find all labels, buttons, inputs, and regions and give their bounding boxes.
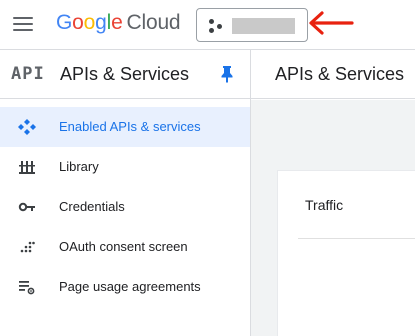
sidebar-item-page-usage[interactable]: Page usage agreements [0, 267, 250, 307]
sidebar-item-label: Library [59, 159, 99, 174]
project-picker-button[interactable] [196, 8, 308, 42]
sidebar-item-label: Page usage agreements [59, 279, 201, 294]
page-usage-settings-icon [19, 281, 35, 295]
hamburger-menu-icon[interactable] [13, 16, 33, 32]
top-bar: Google Cloud [0, 0, 415, 50]
pin-icon[interactable] [220, 65, 234, 83]
library-icon [19, 161, 35, 174]
project-icon [209, 19, 223, 33]
sidebar-item-library[interactable]: Library [0, 147, 250, 187]
redacted-project-name [232, 18, 295, 34]
enabled-apis-icon [18, 119, 36, 135]
sidebar-header: API APIs & Services [0, 50, 250, 99]
card-divider [298, 238, 415, 239]
annotation-arrow-icon [309, 11, 354, 35]
sidebar-item-label: OAuth consent screen [59, 239, 188, 254]
sidebar-title: APIs & Services [60, 64, 190, 84]
key-icon [18, 202, 35, 212]
sidebar-nav: Enabled APIs & services Library Credenti… [0, 107, 250, 307]
sidebar-item-label: Credentials [59, 199, 125, 214]
traffic-card: Traffic [277, 170, 415, 336]
sidebar-item-label: Enabled APIs & services [59, 119, 201, 134]
oauth-consent-icon [20, 241, 35, 253]
traffic-card-title: Traffic [305, 197, 344, 213]
api-badge-icon: API [11, 64, 45, 84]
google-cloud-logo[interactable]: Google Cloud [56, 11, 181, 35]
sidebar-item-oauth-consent[interactable]: OAuth consent screen [0, 227, 250, 267]
sidebar-item-credentials[interactable]: Credentials [0, 187, 250, 227]
main-header: APIs & Services [251, 50, 415, 99]
page-title: APIs & Services [275, 64, 405, 84]
sidebar-item-enabled-apis[interactable]: Enabled APIs & services [0, 107, 250, 147]
